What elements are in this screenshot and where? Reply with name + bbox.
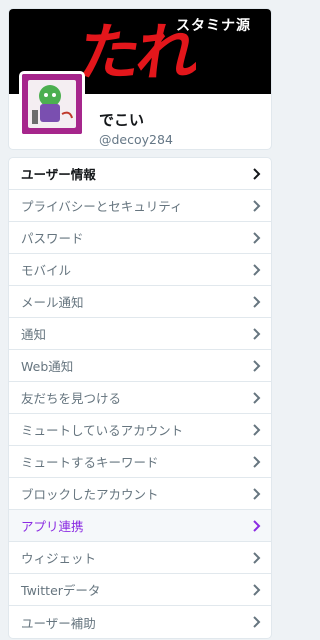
menu-item-label: ブロックしたアカウント [21, 487, 159, 502]
menu-item-label: モバイル [21, 263, 72, 278]
menu-item-label: 通知 [21, 327, 47, 342]
menu-item-web-notifications[interactable]: Web通知 [9, 350, 271, 382]
menu-item-email-notifications[interactable]: メール通知 [9, 286, 271, 318]
chevron-right-icon [252, 551, 261, 564]
menu-item-label: 友だちを見つける [21, 391, 122, 406]
menu-item-notifications[interactable]: 通知 [9, 318, 271, 350]
menu-item-user-info[interactable]: ユーザー情報 [9, 158, 271, 190]
chevron-right-icon [252, 359, 261, 372]
avatar[interactable] [19, 71, 85, 137]
menu-item-label: プライバシーとセキュリティ [21, 199, 183, 214]
profile-card: スタミナ源 たれ でこい @decoy284 [8, 8, 272, 150]
menu-item-label: ユーザー補助 [21, 615, 96, 631]
banner-logo-text: たれ [73, 16, 201, 89]
menu-item-accessibility[interactable]: ユーザー補助 [9, 606, 271, 638]
display-name: でこい [99, 111, 145, 129]
chevron-right-icon [252, 199, 261, 212]
chevron-right-icon [252, 455, 261, 468]
chevron-right-icon [252, 583, 261, 596]
settings-menu: ユーザー情報 プライバシーとセキュリティ パスワード モバイル メール通知 通知… [8, 157, 272, 639]
chevron-right-icon [252, 263, 261, 276]
menu-item-blocked-accounts[interactable]: ブロックしたアカウント [9, 478, 271, 510]
menu-item-muted-words[interactable]: ミュートするキーワード [9, 446, 271, 478]
chevron-right-icon [252, 487, 261, 500]
menu-item-find-friends[interactable]: 友だちを見つける [9, 382, 271, 414]
menu-item-password[interactable]: パスワード [9, 222, 271, 254]
menu-item-apps[interactable]: アプリ連携 [9, 510, 271, 542]
avatar-illustration [22, 74, 82, 134]
menu-item-label: ウィジェット [21, 551, 97, 566]
chevron-right-icon [252, 231, 261, 244]
chevron-right-icon [252, 391, 261, 404]
menu-item-label: ミュートするキーワード [21, 455, 159, 470]
chevron-right-icon [252, 423, 261, 436]
menu-item-privacy-security[interactable]: プライバシーとセキュリティ [9, 190, 271, 222]
chevron-right-icon [252, 519, 261, 532]
chevron-right-icon [252, 295, 261, 308]
menu-item-label: メール通知 [21, 295, 84, 310]
menu-item-twitter-data[interactable]: Twitterデータ [9, 574, 271, 606]
menu-item-widgets[interactable]: ウィジェット [9, 542, 271, 574]
menu-item-mobile[interactable]: モバイル [9, 254, 271, 286]
menu-item-label: Twitterデータ [21, 583, 101, 598]
menu-item-label: ユーザー情報 [21, 167, 96, 182]
chevron-right-icon [252, 616, 261, 628]
menu-item-label: パスワード [21, 231, 84, 246]
menu-item-label: ミュートしているアカウント [21, 423, 184, 438]
chevron-right-icon [252, 327, 261, 340]
menu-item-muted-accounts[interactable]: ミュートしているアカウント [9, 414, 271, 446]
chevron-right-icon [252, 167, 261, 180]
menu-item-label: Web通知 [21, 359, 74, 374]
handle: @decoy284 [99, 132, 173, 147]
menu-item-label: アプリ連携 [21, 519, 84, 534]
